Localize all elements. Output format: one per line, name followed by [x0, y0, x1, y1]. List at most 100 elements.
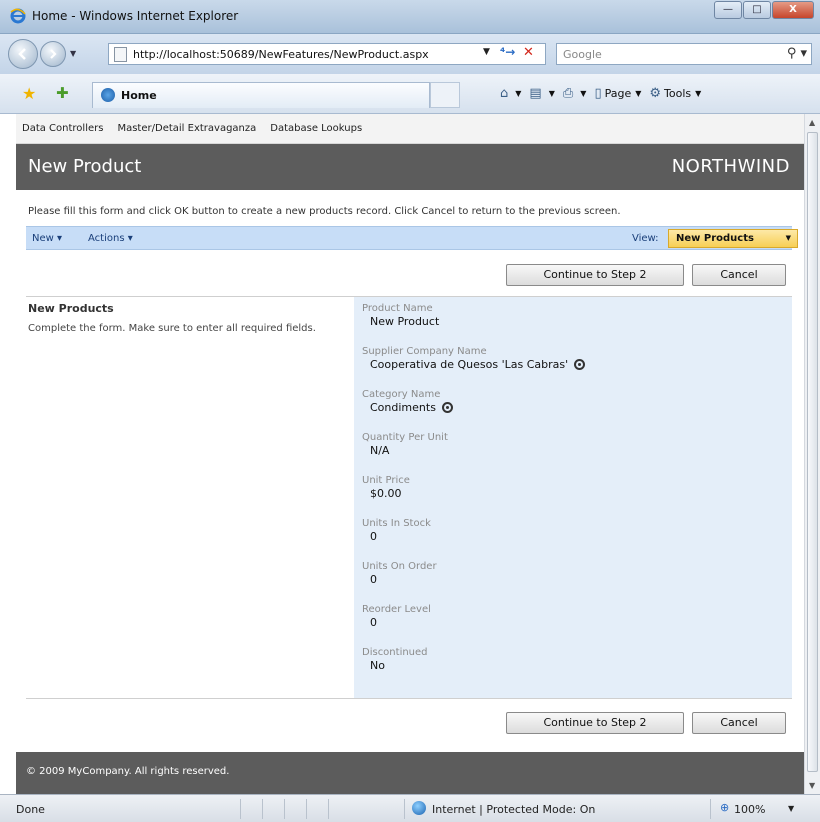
divider: [26, 698, 792, 699]
category-value[interactable]: Condiments: [370, 401, 436, 414]
cancel-button-top[interactable]: Cancel: [692, 264, 786, 286]
view-label: View:: [632, 233, 659, 244]
field-units-in-stock: Units In Stock 0: [362, 518, 431, 543]
feeds-icon: ▤: [529, 86, 542, 101]
zoom-dropdown-icon[interactable]: ▼: [788, 804, 794, 813]
command-tools: ⌂ ▼ ▤ ▼ ⎙ ▼ ▯ Page ▼ ⚙ Tools ▼: [500, 86, 709, 101]
field-category-name: Category Name Condiments: [362, 389, 453, 414]
chevron-down-icon: ▼: [785, 234, 791, 242]
print-button[interactable]: ⎙ ▼: [563, 86, 587, 101]
add-favorites-icon[interactable]: ✚: [56, 84, 69, 102]
field-units-on-order: Units On Order 0: [362, 561, 437, 586]
url-dropdown-icon[interactable]: ▼: [483, 47, 490, 57]
stop-icon[interactable]: ✕: [523, 45, 534, 60]
tools-menu[interactable]: ⚙ Tools ▼: [649, 86, 701, 101]
page-title: New Product: [28, 156, 142, 177]
zoom-level[interactable]: 100%: [734, 803, 765, 816]
form-category-panel: New Products Complete the form. Make sur…: [28, 302, 352, 334]
zoom-icon: ⊕: [720, 801, 730, 814]
field-product-name: Product Name New Product: [362, 303, 439, 328]
status-separator: [284, 799, 285, 819]
search-icon[interactable]: ⚲ ▾: [787, 46, 807, 61]
field-label: Reorder Level: [362, 604, 431, 615]
units-in-stock-value[interactable]: 0: [370, 530, 377, 543]
maximize-button[interactable]: □: [743, 1, 771, 19]
field-value: 0: [370, 530, 431, 543]
supplier-value[interactable]: Cooperativa de Quesos 'Las Cabras': [370, 358, 568, 371]
brand-name: NORTHWIND: [671, 156, 790, 177]
new-menu[interactable]: New ▾: [32, 233, 62, 244]
vertical-scrollbar[interactable]: ▲ ▼: [804, 114, 820, 794]
window-title: Home - Windows Internet Explorer: [32, 9, 239, 23]
search-placeholder: Google: [563, 48, 602, 61]
field-label: Discontinued: [362, 647, 428, 658]
cancel-button-bottom[interactable]: Cancel: [692, 712, 786, 734]
close-button[interactable]: X: [772, 1, 814, 19]
menu-item-master-detail[interactable]: Master/Detail Extravaganza: [117, 123, 256, 134]
scroll-up-icon[interactable]: ▲: [809, 118, 815, 127]
continue-step2-button-bottom[interactable]: Continue to Step 2: [506, 712, 684, 734]
forward-button[interactable]: [40, 41, 66, 67]
reorder-level-value[interactable]: 0: [370, 616, 377, 629]
refresh-icon[interactable]: ⁴→: [500, 45, 515, 59]
status-separator: [710, 799, 711, 819]
window-title-bar: Home - Windows Internet Explorer — □ X: [0, 0, 820, 34]
minimize-button[interactable]: —: [714, 1, 742, 19]
status-separator: [262, 799, 263, 819]
actions-menu[interactable]: Actions ▾: [88, 233, 133, 244]
search-input[interactable]: Google ⚲ ▾: [556, 43, 812, 65]
tab-label: Home: [121, 89, 157, 102]
field-discontinued: Discontinued No: [362, 647, 428, 672]
copyright-text: © 2009 MyCompany. All rights reserved.: [26, 766, 230, 777]
feeds-button[interactable]: ▤ ▼: [529, 86, 554, 101]
field-value: No: [370, 659, 428, 672]
field-label: Units On Order: [362, 561, 437, 572]
field-label: Supplier Company Name: [362, 346, 487, 357]
field-value: New Product: [370, 315, 439, 328]
lookup-icon[interactable]: [574, 359, 586, 370]
address-toolbar: ▼ http://localhost:50689/NewFeatures/New…: [0, 34, 820, 74]
continue-step2-button-top[interactable]: Continue to Step 2: [506, 264, 684, 286]
status-separator: [306, 799, 307, 819]
address-input[interactable]: http://localhost:50689/NewFeatures/NewPr…: [108, 43, 546, 65]
scrollbar-thumb[interactable]: [807, 132, 818, 772]
field-value: N/A: [370, 444, 448, 457]
quantity-per-unit-value[interactable]: N/A: [370, 444, 389, 457]
view-selector[interactable]: New Products ▼: [668, 229, 798, 248]
url-text: http://localhost:50689/NewFeatures/NewPr…: [133, 48, 429, 61]
field-label: Quantity Per Unit: [362, 432, 448, 443]
status-text: Done: [16, 803, 45, 816]
discontinued-value[interactable]: No: [370, 659, 385, 672]
status-separator: [328, 799, 329, 819]
action-bar: New ▾ Actions ▾ View: New Products ▼: [26, 226, 798, 250]
field-quantity-per-unit: Quantity Per Unit N/A: [362, 432, 448, 457]
page-icon: ▯: [594, 86, 602, 101]
field-supplier-company-name: Supplier Company Name Cooperativa de Que…: [362, 346, 586, 371]
page-menu[interactable]: ▯ Page ▼: [594, 86, 641, 101]
menu-item-data-controllers[interactable]: Data Controllers: [22, 123, 103, 134]
favorites-star-icon[interactable]: ★: [22, 84, 36, 103]
tab-page-icon: [101, 88, 115, 102]
new-tab-button[interactable]: [430, 82, 460, 108]
security-zone-text[interactable]: Internet | Protected Mode: On: [432, 803, 595, 816]
page-header: New Product NORTHWIND: [16, 144, 804, 190]
back-arrow-icon: [18, 48, 26, 60]
home-icon: ⌂: [500, 86, 509, 101]
internet-zone-icon: [412, 801, 426, 815]
page-icon: [114, 47, 127, 62]
scroll-down-icon[interactable]: ▼: [809, 781, 815, 790]
field-label: Units In Stock: [362, 518, 431, 529]
recent-pages-dropdown[interactable]: ▼: [70, 49, 76, 58]
home-button[interactable]: ⌂ ▼: [500, 86, 521, 101]
menu-item-database-lookups[interactable]: Database Lookups: [270, 123, 362, 134]
product-name-value[interactable]: New Product: [370, 315, 439, 328]
lookup-icon[interactable]: [441, 402, 453, 413]
tab-home[interactable]: Home: [92, 82, 430, 108]
form-fields-panel: Product Name New Product Supplier Compan…: [354, 297, 792, 698]
units-on-order-value[interactable]: 0: [370, 573, 377, 586]
site-menu: Data Controllers Master/Detail Extravaga…: [16, 114, 804, 144]
page-content: Data Controllers Master/Detail Extravaga…: [16, 114, 804, 794]
unit-price-value[interactable]: $0.00: [370, 487, 402, 500]
back-button[interactable]: [8, 39, 38, 69]
gear-icon: ⚙: [649, 86, 662, 101]
